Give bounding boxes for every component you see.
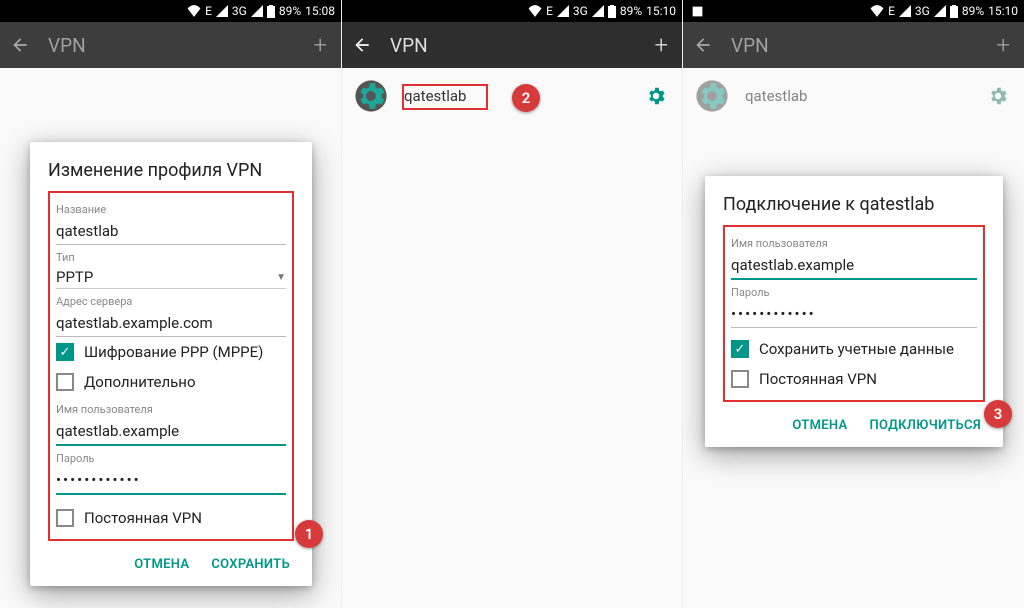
back-icon[interactable] [352,35,380,55]
back-icon[interactable] [693,35,721,55]
battery-icon [267,5,275,18]
checkbox-checked-icon: ✓ [731,340,749,358]
phone-screen-2: E 3G 89% 15:10 VPN + [341,0,683,608]
user-label: Имя пользователя [56,403,286,416]
step-badge-1: 1 [295,520,323,548]
highlight-box-3: Имя пользователя qatestlab.example Парол… [723,225,985,402]
gear-icon [984,82,1012,110]
username-input[interactable]: qatestlab.example [56,416,286,446]
server-label: Адрес сервера [56,295,286,308]
signal-icon-2 [592,5,604,17]
edit-vpn-dialog: Изменение профиля VPN Название qatestlab… [30,142,312,586]
signal-icon [216,5,228,17]
appbar-title: VPN [380,34,650,57]
dialog-actions: ОТМЕНА СОХРАНИТЬ [48,545,294,576]
signal-3g: 3G [573,4,588,18]
wifi-icon [187,5,201,17]
username-input[interactable]: qatestlab.example [731,250,977,280]
status-bar: E 3G 89% 15:08 [0,0,341,22]
battery-pct: 89% [962,4,984,18]
checkbox-icon [56,373,74,391]
cancel-button[interactable]: ОТМЕНА [134,557,189,572]
checkbox-icon [56,509,74,527]
appbar-title: VPN [721,34,992,57]
user-label: Имя пользователя [731,237,977,250]
vpn-list-item: qatestlab [683,68,1024,124]
gear-icon[interactable] [642,82,670,110]
signal-3g: 3G [232,4,247,18]
chevron-down-icon: ▼ [276,272,286,283]
signal-icon [899,5,911,17]
signal-icon-2 [251,5,263,17]
battery-icon [950,5,958,18]
type-label: Тип [56,251,286,264]
save-button[interactable]: СОХРАНИТЬ [211,557,290,572]
server-input[interactable]: qatestlab.example.com [56,308,286,337]
perm-label: Постоянная VPN [759,370,877,388]
phone-screen-1: E 3G 89% 15:08 VPN + Изменение профиля V… [0,0,341,608]
appbar-title: VPN [38,34,309,57]
checkbox-checked-icon: ✓ [56,343,74,361]
battery-icon [608,5,616,18]
gear-badge-icon [354,79,388,113]
status-bar: E 3G 89% 15:10 [683,0,1024,22]
battery-pct: 89% [620,4,642,18]
connect-vpn-dialog: Подключение к qatestlab Имя пользователя… [705,176,1003,447]
permanent-vpn-row[interactable]: Постоянная VPN [731,364,977,394]
checkbox-icon [731,370,749,388]
pass-label: Пароль [56,452,286,465]
app-bar: VPN + [0,22,341,68]
password-input[interactable]: •••••••••••• [731,299,977,328]
clock: 15:10 [988,4,1018,18]
add-icon[interactable]: + [650,31,672,59]
step-badge-3: 3 [984,400,1012,428]
advanced-checkbox-row[interactable]: Дополнительно [56,367,286,397]
battery-pct: 89% [279,4,301,18]
status-bar: E 3G 89% 15:10 [342,0,682,22]
dialog-actions: ОТМЕНА ПОДКЛЮЧИТЬСЯ [723,406,985,437]
dnd-icon [691,5,704,18]
signal-3g: 3G [915,4,930,18]
adv-label: Дополнительно [84,373,196,391]
signal-e: E [546,4,553,18]
save-creds-label: Сохранить учетные данные [759,340,954,358]
wifi-icon [870,5,884,17]
vpn-name: qatestlab [729,87,984,105]
clock: 15:10 [646,4,676,18]
app-bar: VPN + [342,22,682,68]
cancel-button[interactable]: ОТМЕНА [792,418,847,433]
dialog-title: Изменение профиля VPN [48,160,294,181]
type-dropdown[interactable]: PPTP ▼ [56,264,286,289]
signal-e: E [205,4,212,18]
app-bar: VPN + [683,22,1024,68]
pass-label: Пароль [731,286,977,299]
highlight-box-2 [402,84,488,110]
add-icon[interactable]: + [309,31,331,59]
highlight-box-1: Название qatestlab Тип PPTP ▼ Адрес серв… [48,191,294,541]
clock: 15:08 [305,4,335,18]
name-input[interactable]: qatestlab [56,216,286,245]
save-creds-row[interactable]: ✓ Сохранить учетные данные [731,334,977,364]
ppp-checkbox-row[interactable]: ✓ Шифрование PPP (MPPE) [56,337,286,367]
ppp-label: Шифрование PPP (MPPE) [84,343,263,361]
step-badge-2: 2 [512,84,540,112]
signal-e: E [888,4,895,18]
perm-label: Постоянная VPN [84,509,202,527]
dialog-title: Подключение к qatestlab [723,194,985,215]
phone-screen-3: E 3G 89% 15:10 VPN + [683,0,1024,608]
gear-badge-icon [695,79,729,113]
password-input[interactable]: •••••••••••• [56,465,286,495]
name-label: Название [56,203,286,216]
signal-icon [557,5,569,17]
permanent-vpn-row[interactable]: Постоянная VPN [56,503,286,533]
add-icon[interactable]: + [992,31,1014,59]
signal-icon-2 [934,5,946,17]
type-value: PPTP [56,268,276,286]
wifi-icon [528,5,542,17]
back-icon[interactable] [10,35,38,55]
connect-button[interactable]: ПОДКЛЮЧИТЬСЯ [870,418,982,433]
